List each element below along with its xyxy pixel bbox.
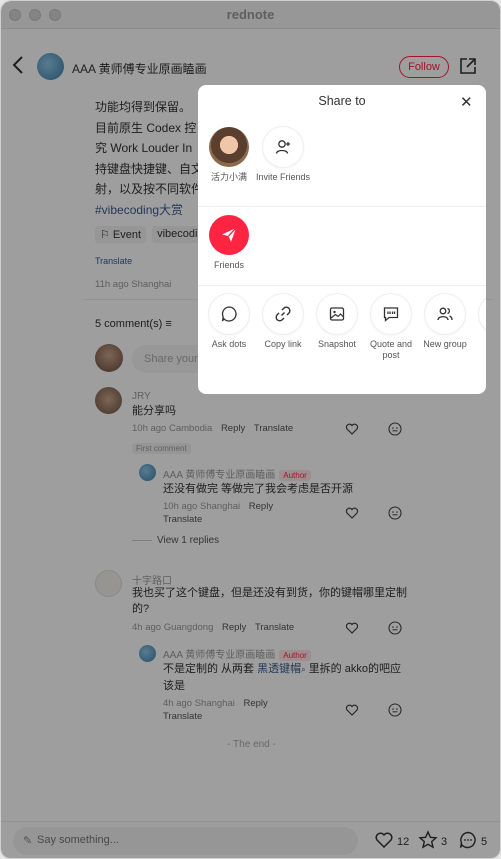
app-window: rednote AAA 黄师傅专业原画瞌画 Follow 功能均得到保留。 目前… — [0, 0, 501, 859]
paper-plane-icon — [209, 215, 249, 255]
new-group-label: New group — [423, 339, 467, 349]
divider — [198, 206, 486, 207]
more-share-options[interactable] — [469, 294, 486, 334]
copy-link-label: Copy link — [264, 339, 302, 349]
close-icon[interactable]: ✕ — [460, 93, 473, 111]
divider — [198, 285, 486, 286]
image-icon — [317, 294, 357, 334]
friend-avatar — [209, 127, 249, 167]
snapshot-button[interactable]: Snapshot — [307, 294, 367, 350]
group-icon — [425, 294, 465, 334]
contact-label: 活力小满 — [210, 172, 247, 182]
invite-friends-button[interactable]: Invite Friends — [253, 127, 313, 183]
invite-friends-label: Invite Friends — [255, 172, 311, 182]
ask-dots-button[interactable]: Ask dots — [199, 294, 259, 350]
quote-and-post-button[interactable]: Quote and post — [361, 294, 421, 361]
quote-and-post-label: Quote and post — [369, 339, 413, 360]
ask-dots-label: Ask dots — [211, 339, 247, 349]
add-person-icon — [263, 127, 303, 167]
share-contact[interactable]: 活力小满 — [199, 127, 259, 183]
copy-link-button[interactable]: Copy link — [253, 294, 313, 350]
new-group-button[interactable]: New group — [415, 294, 475, 350]
share-modal: Share to ✕ 活力小满 Invite Friends Friends A… — [198, 85, 486, 394]
quote-icon — [371, 294, 411, 334]
snapshot-label: Snapshot — [317, 339, 357, 349]
share-to-friends-button[interactable]: Friends — [199, 215, 259, 271]
link-icon — [263, 294, 303, 334]
friends-label: Friends — [213, 260, 244, 270]
share-modal-title: Share to — [318, 94, 366, 108]
chat-bubble-icon — [209, 294, 249, 334]
more-options-icon — [479, 294, 486, 334]
